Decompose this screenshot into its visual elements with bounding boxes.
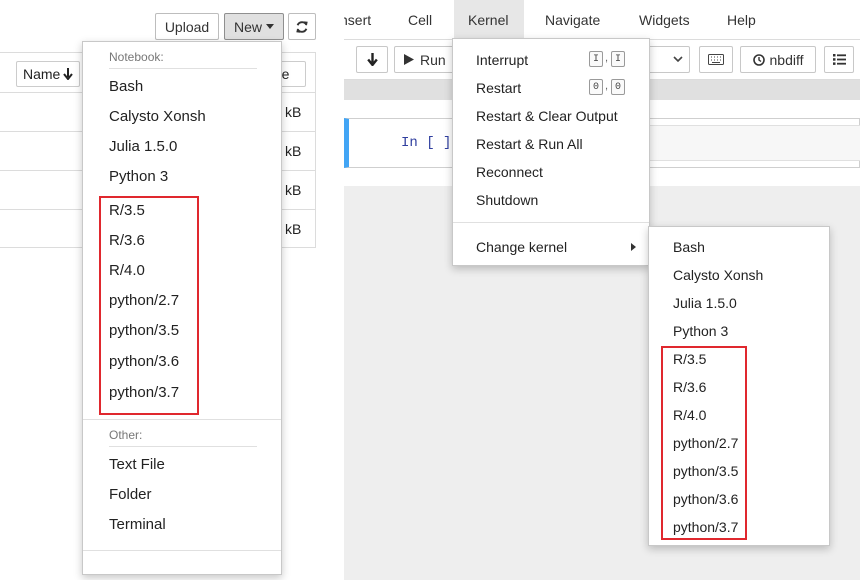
- menu-item-reconnect[interactable]: Reconnect: [476, 164, 543, 180]
- chevron-down-icon: [673, 56, 683, 63]
- menu-item-terminal[interactable]: Terminal: [109, 516, 166, 533]
- menubar: nsert Cell Kernel Navigate Widgets Help: [344, 0, 860, 40]
- highlight-box: [99, 196, 199, 415]
- new-dropdown-menu: Notebook: Bash Calysto Xonsh Julia 1.5.0…: [82, 41, 282, 575]
- cell-type-select[interactable]: [644, 46, 690, 73]
- shortcut-separator: ,: [605, 52, 609, 64]
- menu-widgets[interactable]: Widgets: [639, 12, 690, 28]
- submenu-item-bash[interactable]: Bash: [673, 239, 705, 255]
- nbdiff-button[interactable]: nbdiff: [740, 46, 816, 73]
- menu-divider: [109, 446, 257, 447]
- cell-prompt: In [ ]: [401, 135, 452, 151]
- menu-cell[interactable]: Cell: [408, 12, 432, 28]
- submenu-item-python3[interactable]: Python 3: [673, 323, 728, 339]
- file-size: kB: [285, 221, 302, 237]
- arrow-down-icon: [366, 53, 378, 66]
- list-icon: [832, 54, 846, 65]
- caret-down-icon: [266, 24, 274, 29]
- menu-item-change-kernel[interactable]: Change kernel: [476, 239, 567, 255]
- menu-item-interrupt[interactable]: Interrupt I , I: [476, 51, 636, 68]
- menu-item-python3[interactable]: Python 3: [109, 168, 168, 185]
- shortcut-key: I: [589, 51, 603, 67]
- file-size: kB: [285, 104, 302, 120]
- menu-item-folder[interactable]: Folder: [109, 486, 152, 503]
- interrupt-label: Interrupt: [476, 52, 529, 68]
- refresh-button[interactable]: [288, 13, 316, 40]
- new-button[interactable]: New: [224, 13, 284, 40]
- play-icon: [404, 54, 414, 65]
- name-header-label: Name: [23, 66, 61, 82]
- change-kernel-submenu: Bash Calysto Xonsh Julia 1.5.0 Python 3 …: [648, 226, 830, 546]
- menu-item-restart[interactable]: Restart 0 , 0: [476, 79, 636, 96]
- menu-divider: [83, 419, 281, 420]
- file-browser-panel: Upload New Name ze kB kB kB kB Notebook:…: [0, 0, 330, 580]
- menu-divider: [83, 550, 281, 551]
- history-icon: [752, 53, 765, 66]
- menu-item-text-file[interactable]: Text File: [109, 456, 165, 473]
- submenu-item-calysto-xonsh[interactable]: Calysto Xonsh: [673, 267, 763, 283]
- shortcut-key: 0: [589, 79, 603, 95]
- other-section-header: Other:: [109, 428, 143, 442]
- menu-kernel[interactable]: Kernel: [468, 12, 508, 28]
- nbdiff-label: nbdiff: [769, 51, 804, 68]
- run-button[interactable]: Run: [394, 46, 454, 73]
- menu-help[interactable]: Help: [727, 12, 756, 28]
- refresh-icon: [296, 20, 308, 33]
- shortcut-separator: ,: [605, 80, 609, 92]
- shortcut-key: I: [611, 51, 625, 67]
- menu-item-restart-clear-output[interactable]: Restart & Clear Output: [476, 108, 618, 124]
- run-label: Run: [420, 51, 446, 68]
- menu-item-calysto-xonsh[interactable]: Calysto Xonsh: [109, 108, 206, 125]
- upload-button[interactable]: Upload: [155, 13, 219, 40]
- menu-navigate[interactable]: Navigate: [545, 12, 600, 28]
- menu-divider: [453, 222, 649, 223]
- keyboard-button[interactable]: [699, 46, 733, 73]
- file-size: kB: [285, 143, 302, 159]
- menu-item-bash[interactable]: Bash: [109, 78, 143, 95]
- name-sort-button[interactable]: Name: [16, 61, 81, 87]
- shortcut-key: 0: [611, 79, 625, 95]
- caret-right-icon: [631, 243, 636, 251]
- notebook-section-header: Notebook:: [109, 50, 164, 64]
- menu-item-julia[interactable]: Julia 1.5.0: [109, 138, 177, 155]
- menu-insert[interactable]: nsert: [344, 12, 371, 28]
- menu-item-restart-run-all[interactable]: Restart & Run All: [476, 136, 583, 152]
- notebook-panel: nsert Cell Kernel Navigate Widgets Help …: [344, 0, 860, 580]
- new-label: New: [233, 18, 262, 35]
- highlight-box: [661, 346, 747, 540]
- move-down-button[interactable]: [356, 46, 388, 73]
- restart-label: Restart: [476, 80, 522, 96]
- submenu-item-julia[interactable]: Julia 1.5.0: [673, 295, 737, 311]
- arrow-down-icon: [63, 68, 74, 80]
- upload-label: Upload: [164, 18, 210, 35]
- list-button[interactable]: [824, 46, 854, 73]
- menu-divider: [109, 68, 257, 69]
- keyboard-icon: [708, 54, 724, 65]
- menu-item-shutdown[interactable]: Shutdown: [476, 192, 538, 208]
- file-size: kB: [285, 182, 302, 198]
- kernel-dropdown-menu: Interrupt I , I Restart 0 , 0 Restart & …: [452, 38, 650, 266]
